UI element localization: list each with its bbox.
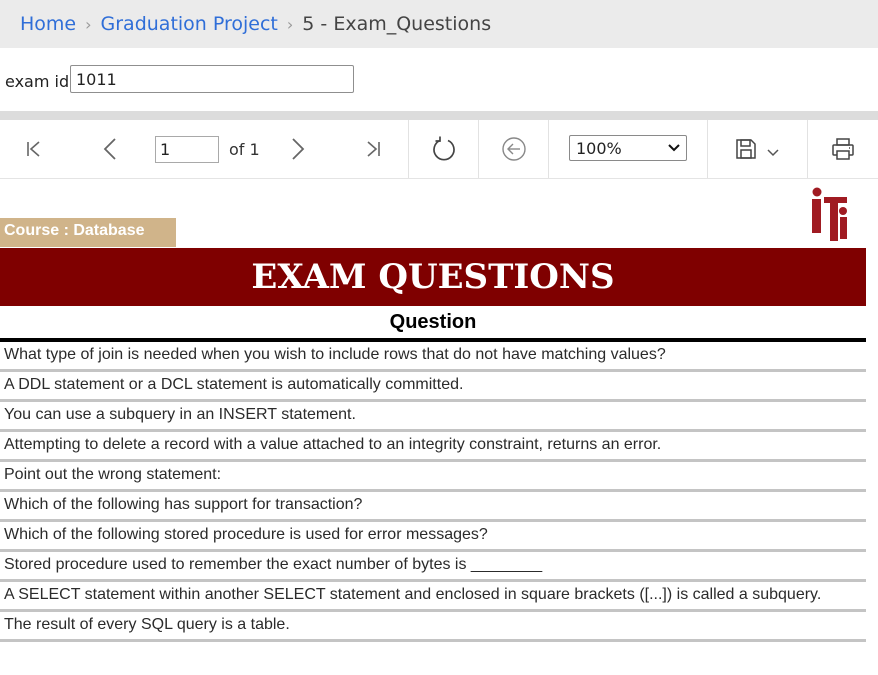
report-page: Course : Database EXAM QUESTIONS Questio… bbox=[0, 179, 878, 675]
chevron-down-icon bbox=[668, 144, 680, 152]
breadcrumb-separator: › bbox=[85, 14, 92, 34]
question-row: Which of the following has support for t… bbox=[0, 492, 866, 522]
breadcrumb-project-link[interactable]: Graduation Project bbox=[101, 13, 278, 35]
breadcrumb-separator: › bbox=[286, 14, 294, 34]
report-toolbar: of 1 100% bbox=[0, 120, 878, 179]
toolbar-divider bbox=[707, 120, 708, 178]
chevron-right-icon bbox=[292, 138, 305, 160]
refresh-button[interactable] bbox=[425, 120, 463, 178]
question-row: The result of every SQL query is a table… bbox=[0, 612, 866, 642]
question-row: Attempting to delete a record with a val… bbox=[0, 432, 866, 462]
print-button[interactable] bbox=[826, 120, 860, 178]
last-page-button[interactable] bbox=[357, 120, 389, 178]
question-row: What type of join is needed when you wis… bbox=[0, 342, 866, 372]
report-title-banner: EXAM QUESTIONS bbox=[0, 248, 866, 306]
first-page-icon bbox=[27, 141, 40, 157]
chevron-down-icon bbox=[767, 149, 779, 157]
question-row: Which of the following stored procedure … bbox=[0, 522, 866, 552]
toolbar-divider bbox=[548, 120, 549, 178]
export-button[interactable] bbox=[728, 120, 786, 178]
question-row: You can use a subquery in an INSERT stat… bbox=[0, 402, 866, 432]
back-arrow-icon bbox=[502, 137, 526, 161]
iti-logo bbox=[808, 184, 850, 246]
breadcrumb: Home › Graduation Project › 5 - Exam_Que… bbox=[0, 0, 878, 48]
zoom-select[interactable]: 100% bbox=[569, 135, 687, 161]
course-label: Course : Database bbox=[0, 218, 176, 247]
previous-page-button[interactable] bbox=[94, 120, 126, 178]
page-count-label: of 1 bbox=[229, 140, 260, 159]
question-list: What type of join is needed when you wis… bbox=[0, 342, 866, 642]
toolbar-divider bbox=[807, 120, 808, 178]
last-page-icon bbox=[367, 141, 380, 157]
exam-id-input[interactable] bbox=[70, 65, 354, 93]
breadcrumb-current-report: 5 - Exam_Questions bbox=[302, 13, 492, 35]
exam-id-label: exam id bbox=[5, 72, 70, 91]
save-icon bbox=[736, 139, 756, 159]
question-row: Point out the wrong statement: bbox=[0, 462, 866, 492]
question-column-header: Question bbox=[0, 308, 866, 342]
toolbar-divider bbox=[408, 120, 409, 178]
breadcrumb-home-link[interactable]: Home bbox=[20, 13, 76, 35]
first-page-button[interactable] bbox=[18, 120, 50, 178]
zoom-value: 100% bbox=[576, 138, 622, 158]
toolbar-divider bbox=[478, 120, 479, 178]
printer-icon bbox=[832, 138, 854, 160]
chevron-left-icon bbox=[103, 138, 116, 160]
question-row: Stored procedure used to remember the ex… bbox=[0, 552, 866, 582]
panel-divider bbox=[0, 111, 878, 120]
page-number-input[interactable] bbox=[155, 136, 219, 163]
question-row: A SELECT statement within another SELECT… bbox=[0, 582, 866, 612]
refresh-icon bbox=[433, 136, 455, 161]
next-page-button[interactable] bbox=[282, 120, 314, 178]
question-row: A DDL statement or a DCL statement is au… bbox=[0, 372, 866, 402]
back-to-parent-button[interactable] bbox=[496, 120, 532, 178]
parameters-panel: exam id bbox=[0, 48, 878, 111]
